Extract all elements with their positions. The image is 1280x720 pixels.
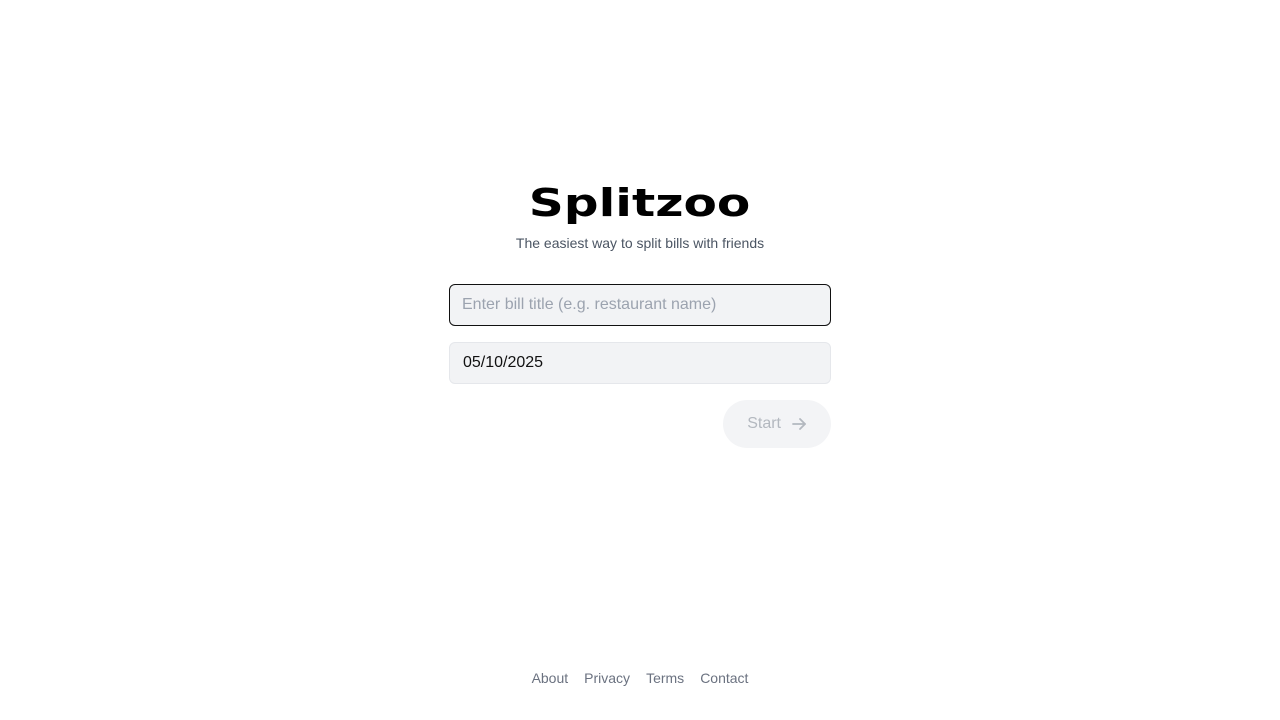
footer-link-about[interactable]: About <box>532 668 569 688</box>
arrow-right-icon <box>791 416 807 432</box>
form-actions: Start <box>449 400 831 448</box>
app-logo: Splitzoo <box>529 181 751 225</box>
landing-page: Splitzoo The easiest way to split bills … <box>0 0 1280 720</box>
brand-header: Splitzoo The easiest way to split bills … <box>0 180 1280 252</box>
bill-date-input[interactable]: 05/10/2025 <box>449 342 831 384</box>
start-button-label: Start <box>747 415 781 432</box>
bill-title-input[interactable] <box>449 284 831 326</box>
footer-link-contact[interactable]: Contact <box>700 668 748 688</box>
footer-link-privacy[interactable]: Privacy <box>584 668 630 688</box>
start-button[interactable]: Start <box>723 400 831 448</box>
new-bill-form: 05/10/2025 Start <box>449 284 831 448</box>
footer-nav: About Privacy Terms Contact <box>0 668 1280 688</box>
tagline: The easiest way to split bills with frie… <box>515 235 765 251</box>
footer-link-terms[interactable]: Terms <box>646 668 684 688</box>
